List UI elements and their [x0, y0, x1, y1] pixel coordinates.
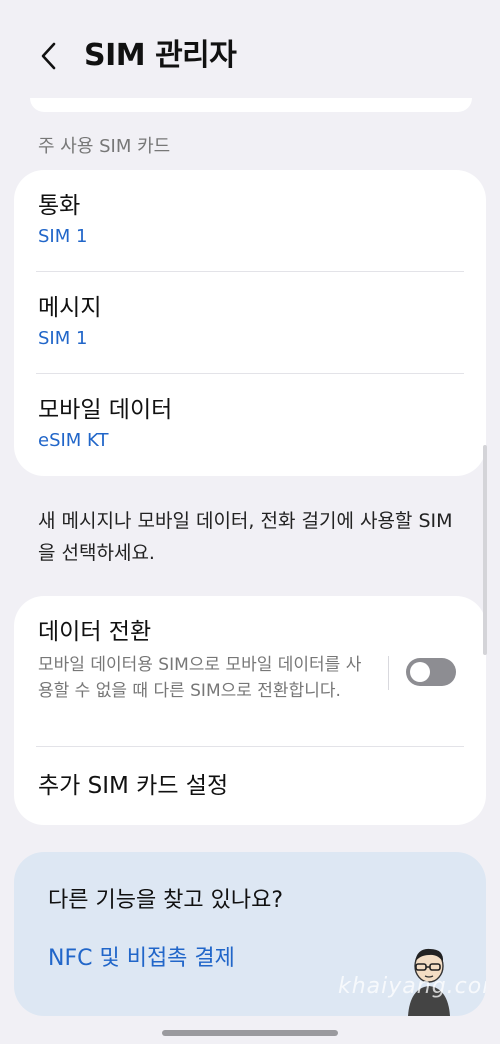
- divider: [36, 271, 464, 272]
- watermark-text: khaiyang.com: [338, 974, 486, 999]
- messages-value: SIM 1: [38, 328, 88, 349]
- calls-value: SIM 1: [38, 226, 88, 247]
- divider: [36, 746, 464, 747]
- calls-setting[interactable]: 통화 SIM 1: [38, 190, 462, 250]
- app-header: SIM 관리자: [0, 0, 500, 110]
- previous-card-edge: [30, 98, 472, 112]
- primary-sim-description: 새 메시지나 모바일 데이터, 전화 걸기에 사용할 SIM을 선택하세요.: [38, 510, 453, 564]
- scrollbar[interactable]: [483, 445, 487, 655]
- data-switch-setting[interactable]: 데이터 전환 모바일 데이터용 SIM으로 모바일 데이터를 사용할 수 없을 …: [38, 616, 376, 704]
- chevron-left-icon: [41, 42, 56, 70]
- more-sim-settings-label: 추가 SIM 카드 설정: [38, 773, 229, 799]
- suggestions-card: 다른 기능을 찾고 있나요? NFC 및 비접촉 결제 khaiyang.com: [14, 852, 486, 1016]
- more-sim-settings[interactable]: 추가 SIM 카드 설정: [38, 770, 462, 802]
- vertical-divider: [388, 656, 389, 690]
- data-switch-card: 데이터 전환 모바일 데이터용 SIM으로 모바일 데이터를 사용할 수 없을 …: [14, 596, 486, 825]
- messages-setting[interactable]: 메시지 SIM 1: [38, 292, 462, 352]
- data-switch-toggle[interactable]: [406, 658, 456, 686]
- mobile-data-value: eSIM KT: [38, 430, 109, 451]
- suggestions-title: 다른 기능을 찾고 있나요?: [48, 888, 284, 913]
- nfc-payment-link[interactable]: NFC 및 비접촉 결제: [48, 944, 235, 974]
- mobile-data-setting[interactable]: 모바일 데이터 eSIM KT: [38, 394, 462, 454]
- primary-sim-card: 통화 SIM 1 메시지 SIM 1 모바일 데이터 eSIM KT: [14, 170, 486, 476]
- section-label: 주 사용 SIM 카드: [38, 136, 171, 157]
- toggle-knob: [410, 662, 430, 682]
- data-switch-label: 데이터 전환: [38, 619, 152, 645]
- back-button[interactable]: [30, 36, 70, 76]
- page-title: SIM 관리자: [84, 38, 237, 73]
- calls-label: 통화: [38, 193, 81, 219]
- messages-label: 메시지: [38, 295, 102, 321]
- mobile-data-label: 모바일 데이터: [38, 397, 173, 423]
- divider: [36, 373, 464, 374]
- data-switch-description: 모바일 데이터용 SIM으로 모바일 데이터를 사용할 수 없을 때 다른 SI…: [38, 655, 362, 701]
- home-indicator[interactable]: [162, 1030, 338, 1036]
